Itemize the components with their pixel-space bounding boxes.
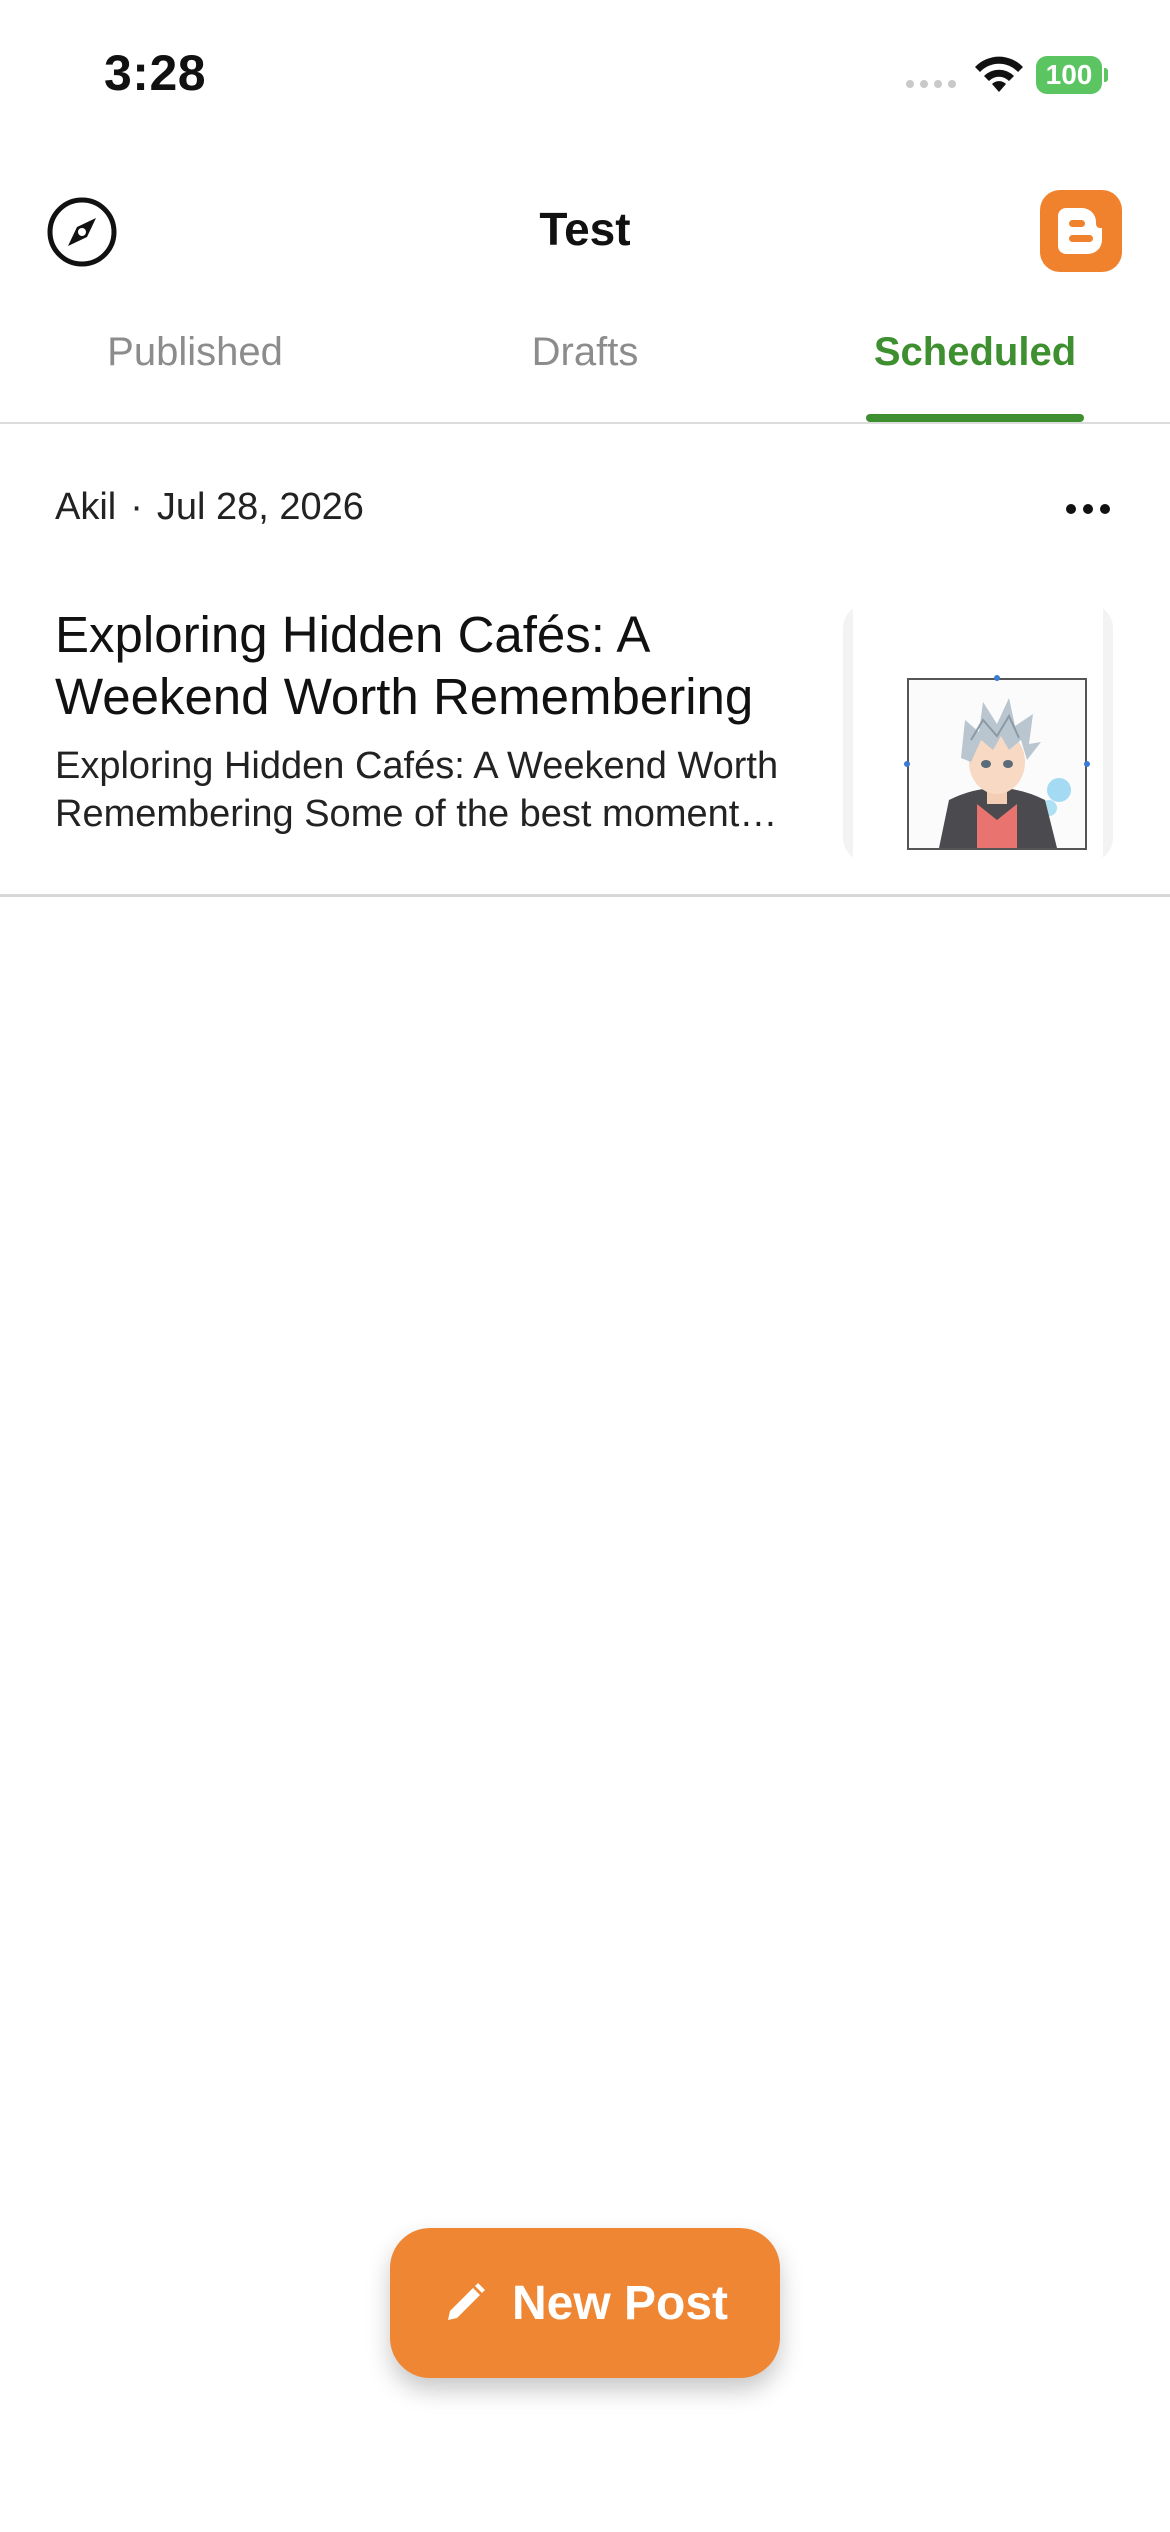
meta-separator: · [130,486,143,528]
status-time: 3:28 [104,45,207,101]
post-thumbnail[interactable] [843,604,1113,862]
post-list-item[interactable]: Akil · Jul 28, 2026 Exploring Hidden Cafés… [0,424,1170,897]
anime-character-image [907,678,1087,850]
list-divider [0,894,1170,897]
new-post-button[interactable]: New Post [390,2228,780,2378]
tab-drafts[interactable]: Drafts [430,330,740,424]
post-title: Exploring Hidden Cafés: A Weekend Worth … [55,606,754,725]
tab-scheduled[interactable]: Scheduled [820,330,1130,424]
blogger-icon[interactable] [1040,190,1122,272]
page-title: Test [539,203,631,255]
post-excerpt: Exploring Hidden Cafés: A Weekend Worth … [55,745,779,835]
app-screen: 3:28 100 Test Published Drafts Scheduled… [0,0,1170,2532]
more-horizontal-icon[interactable] [1066,504,1110,528]
status-bar: 3:28 100 [0,0,1170,150]
cellular-signal-icon [906,80,956,88]
battery-indicator: 100 [1036,56,1108,94]
battery-level: 100 [1036,56,1102,94]
tab-bar: Published Drafts Scheduled [0,330,1170,424]
new-post-label: New Post [511,2276,729,2330]
pencil-icon [447,2283,485,2320]
wifi-icon [975,56,1023,92]
post-author: Akil [55,486,117,528]
post-date: Jul 28, 2026 [156,486,364,528]
post-meta: Akil · Jul 28, 2026 [55,486,364,529]
tab-published[interactable]: Published [40,330,350,424]
active-tab-indicator [866,414,1084,422]
